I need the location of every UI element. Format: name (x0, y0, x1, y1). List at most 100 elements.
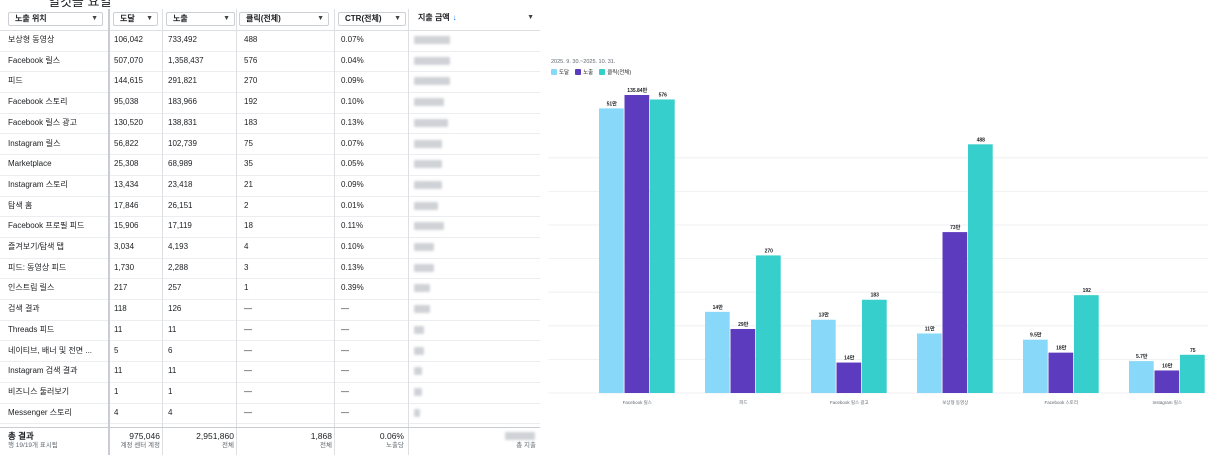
table-row[interactable]: 검색 결과 118 126 — — (0, 299, 540, 321)
cell-clicks: — (244, 324, 252, 334)
table-row[interactable]: Instagram 스토리 13,434 23,418 21 0.09% (0, 175, 540, 197)
table-row[interactable]: Marketplace 25,308 68,989 35 0.05% (0, 154, 540, 176)
chevron-down-icon[interactable]: ▼ (146, 13, 153, 25)
category-label: Facebook 릴스 광고 (830, 399, 869, 405)
col-header-reach[interactable]: 도달 ▼ (113, 12, 158, 26)
bar-value-label: 270 (765, 248, 774, 254)
bar-reach[interactable] (811, 319, 836, 393)
legend-swatch (599, 69, 606, 75)
table-row[interactable]: 즐겨보기/탐색 탭 3,034 4,193 4 0.10% (0, 237, 540, 259)
table-row[interactable]: Instagram 검색 결과 11 11 — — (0, 361, 540, 383)
cell-ctr: — (341, 386, 349, 396)
table-row[interactable]: Facebook 릴스 광고 130,520 138,831 183 0.13% (0, 113, 540, 135)
legend-item-reach[interactable]: 도달 (551, 68, 569, 76)
bar-value-label: 183 (871, 293, 880, 299)
table-row[interactable]: 피드 144,615 291,821 270 0.09% (0, 71, 540, 94)
bar-reach[interactable] (917, 333, 942, 393)
bar-value-label: 75 (1190, 348, 1196, 354)
bar-impressions[interactable] (942, 232, 968, 393)
table-row[interactable]: Facebook 릴스 507,070 1,358,437 576 0.04% (0, 51, 540, 73)
bar-impressions[interactable] (730, 328, 756, 393)
table-row[interactable]: Facebook 스토리 95,038 183,966 192 0.10% (0, 92, 540, 114)
cell-clicks: — (244, 407, 252, 417)
cell-impressions: 102,739 (168, 138, 197, 148)
category-label: 보상형 동영상 (942, 399, 968, 405)
table-row[interactable]: 인스트림 릴스 217 257 1 0.39% (0, 278, 540, 301)
cell-impressions: 138,831 (168, 117, 197, 127)
bar-clicks[interactable] (862, 299, 887, 393)
table-row[interactable]: 보상형 동영상 106,042 733,492 488 0.07% (0, 30, 540, 52)
redacted-spend (414, 408, 420, 417)
cell-reach: 106,042 (114, 35, 143, 44)
chart-date-range: 2025. 9. 30.~2025. 10. 31. (551, 59, 616, 65)
table-row[interactable]: 네이티브, 배너 및 전면 ... 5 6 — — (0, 341, 540, 363)
redacted-spend (414, 56, 450, 65)
bar-impressions[interactable] (1048, 352, 1074, 393)
bar-clicks[interactable] (650, 99, 675, 393)
cell-impressions: 291,821 (168, 76, 197, 86)
cell-reach: 1,730 (114, 262, 135, 272)
chevron-down-icon[interactable]: ▼ (527, 12, 534, 24)
bar-reach[interactable] (1023, 339, 1048, 393)
total-impressions: 2,951,860 (196, 431, 234, 441)
col-header-placement[interactable]: 노출 위치 ▼ (8, 12, 103, 26)
legend-item-clicks[interactable]: 클릭(전체) (599, 68, 631, 76)
bar-clicks[interactable] (1180, 354, 1205, 393)
cell-ctr: 0.13% (341, 262, 364, 272)
bar-impressions[interactable] (624, 95, 650, 393)
bar-clicks[interactable] (1074, 295, 1099, 393)
cell-clicks: 270 (244, 76, 258, 86)
cell-ctr: 0.11% (341, 221, 364, 231)
legend-item-impressions[interactable]: 노출 (575, 68, 593, 76)
cell-impressions: 4 (168, 407, 173, 417)
cell-reach: 4 (114, 407, 119, 417)
table-row[interactable]: 탐색 홈 17,846 26,151 2 0.01% (0, 196, 540, 218)
redacted-spend (414, 387, 422, 396)
cell-placement: Instagram 스토리 (8, 179, 68, 189)
table-row[interactable]: 비즈니스 둘러보기 1 1 — — (0, 382, 540, 404)
column-divider (108, 9, 110, 455)
bar-value-label: 9.5만 (1030, 332, 1042, 339)
bar-impressions[interactable] (836, 362, 862, 393)
cell-ctr: 0.07% (341, 35, 364, 44)
chevron-down-icon[interactable]: ▼ (394, 13, 401, 25)
bar-impressions[interactable] (1154, 370, 1180, 393)
cell-placement: 즐겨보기/탐색 탭 (8, 242, 64, 251)
bar-value-label: 18만 (1056, 345, 1067, 352)
bar-value-label: 10만 (1162, 362, 1173, 369)
table-row[interactable]: Instagram 릴스 56,822 102,739 75 0.07% (0, 134, 540, 156)
bar-clicks[interactable] (968, 144, 993, 393)
cell-reach: 25,308 (114, 159, 139, 169)
total-sublabel: 행 19/19개 표시됨 (8, 442, 58, 449)
bar-value-label: 14만 (844, 355, 855, 362)
chevron-down-icon[interactable]: ▼ (91, 13, 98, 25)
bar-reach[interactable] (599, 108, 624, 393)
cell-reach: 130,520 (114, 117, 143, 127)
table-row[interactable]: 피드: 동영상 피드 1,730 2,288 3 0.13% (0, 258, 540, 280)
chart-legend: 도달 노출 클릭(전체) (551, 68, 631, 76)
bar-reach[interactable] (705, 311, 730, 393)
bar-reach[interactable] (1129, 361, 1154, 393)
table-row[interactable]: Threads 피드 11 11 — — (0, 320, 540, 342)
sort-desc-icon: ↓ (452, 13, 457, 22)
cell-clicks: 1 (244, 283, 249, 293)
col-header-impressions[interactable]: 노출 ▼ (166, 12, 235, 26)
cell-clicks: 576 (244, 55, 258, 65)
table-row[interactable]: Facebook 프로필 피드 15,906 17,119 18 0.11% (0, 216, 540, 238)
chevron-down-icon[interactable]: ▼ (317, 13, 324, 25)
cell-reach: 3,034 (114, 242, 135, 251)
table-row[interactable]: Messenger 스토리 4 4 — — (0, 403, 540, 425)
cell-impressions: 1,358,437 (168, 55, 204, 65)
cell-clicks: 21 (244, 179, 253, 189)
cell-placement: 네이티브, 배너 및 전면 ... (8, 345, 93, 355)
cell-placement: 비즈니스 둘러보기 (8, 386, 70, 396)
col-header-spend[interactable]: 지출 금액 ↓ ▼ (412, 12, 538, 26)
bar-value-label: 576 (659, 92, 668, 98)
bar-clicks[interactable] (756, 255, 781, 393)
cell-placement: Threads 피드 (8, 324, 55, 334)
cell-ctr: 0.04% (341, 55, 364, 65)
col-header-ctr[interactable]: CTR(전체) ▼ (338, 12, 406, 26)
col-header-clicks[interactable]: 클릭(전체) ▼ (239, 12, 329, 26)
chevron-down-icon[interactable]: ▼ (223, 13, 230, 25)
column-divider (408, 9, 409, 455)
